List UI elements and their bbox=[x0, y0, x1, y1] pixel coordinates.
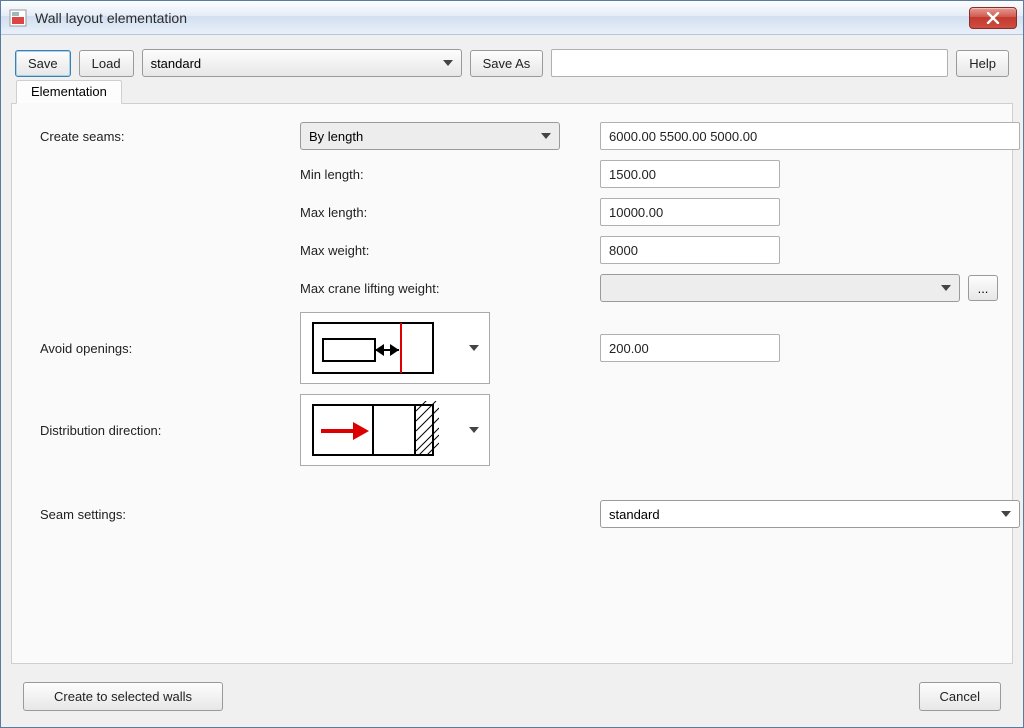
label-distribution: Distribution direction: bbox=[40, 423, 300, 438]
label-avoid-openings: Avoid openings: bbox=[40, 341, 300, 356]
chevron-down-icon bbox=[469, 345, 479, 351]
label-create-seams: Create seams: bbox=[40, 129, 300, 144]
distribution-icon bbox=[309, 401, 439, 459]
min-length-input[interactable]: 1500.00 bbox=[600, 160, 780, 188]
cancel-button[interactable]: Cancel bbox=[919, 682, 1001, 711]
max-weight-input[interactable]: 8000 bbox=[600, 236, 780, 264]
label-seam-settings: Seam settings: bbox=[40, 507, 300, 522]
save-as-button[interactable]: Save As bbox=[470, 50, 544, 77]
label-min-length: Min length: bbox=[300, 167, 570, 182]
tab-panel: Elementation Create seams: By length 600… bbox=[11, 103, 1013, 664]
client-area: Save Load standard Save As Help Elementa… bbox=[1, 35, 1023, 727]
avoid-openings-input[interactable]: 200.00 bbox=[600, 334, 780, 362]
avoid-openings-combo[interactable] bbox=[300, 312, 490, 384]
max-length-input[interactable]: 10000.00 bbox=[600, 198, 780, 226]
save-button[interactable]: Save bbox=[15, 50, 71, 77]
max-crane-row: ... bbox=[600, 274, 1024, 302]
max-crane-browse-button[interactable]: ... bbox=[968, 275, 998, 301]
seam-settings-combo[interactable]: standard bbox=[600, 500, 1020, 528]
app-icon bbox=[9, 9, 27, 27]
chevron-down-icon bbox=[941, 285, 951, 291]
footer-row: Create to selected walls Cancel bbox=[11, 676, 1013, 717]
window-title: Wall layout elementation bbox=[35, 10, 961, 26]
load-button[interactable]: Load bbox=[79, 50, 134, 77]
distribution-combo[interactable] bbox=[300, 394, 490, 466]
label-max-weight: Max weight: bbox=[300, 243, 570, 258]
dialog-window: Wall layout elementation Save Load stand… bbox=[0, 0, 1024, 728]
close-icon bbox=[986, 12, 1000, 24]
save-as-name-input[interactable] bbox=[551, 49, 948, 77]
preset-combo[interactable]: standard bbox=[142, 49, 462, 77]
chevron-down-icon bbox=[443, 60, 453, 66]
seam-lengths-input[interactable]: 6000.00 5500.00 5000.00 bbox=[600, 122, 1020, 150]
create-seams-combo-value: By length bbox=[309, 129, 363, 144]
chevron-down-icon bbox=[469, 427, 479, 433]
label-max-crane: Max crane lifting weight: bbox=[300, 281, 570, 296]
toolbar-row: Save Load standard Save As Help bbox=[11, 45, 1013, 81]
help-button[interactable]: Help bbox=[956, 50, 1009, 77]
create-to-selected-walls-button[interactable]: Create to selected walls bbox=[23, 682, 223, 711]
close-button[interactable] bbox=[969, 7, 1017, 29]
seam-settings-combo-value: standard bbox=[609, 507, 660, 522]
form-grid: Create seams: By length 6000.00 5500.00 … bbox=[40, 122, 990, 528]
label-max-length: Max length: bbox=[300, 205, 570, 220]
preset-combo-value: standard bbox=[151, 56, 202, 71]
create-seams-combo[interactable]: By length bbox=[300, 122, 560, 150]
chevron-down-icon bbox=[1001, 511, 1011, 517]
titlebar: Wall layout elementation bbox=[1, 1, 1023, 35]
max-crane-combo[interactable] bbox=[600, 274, 960, 302]
chevron-down-icon bbox=[541, 133, 551, 139]
avoid-openings-icon bbox=[309, 319, 439, 377]
tab-elementation[interactable]: Elementation bbox=[16, 80, 122, 104]
